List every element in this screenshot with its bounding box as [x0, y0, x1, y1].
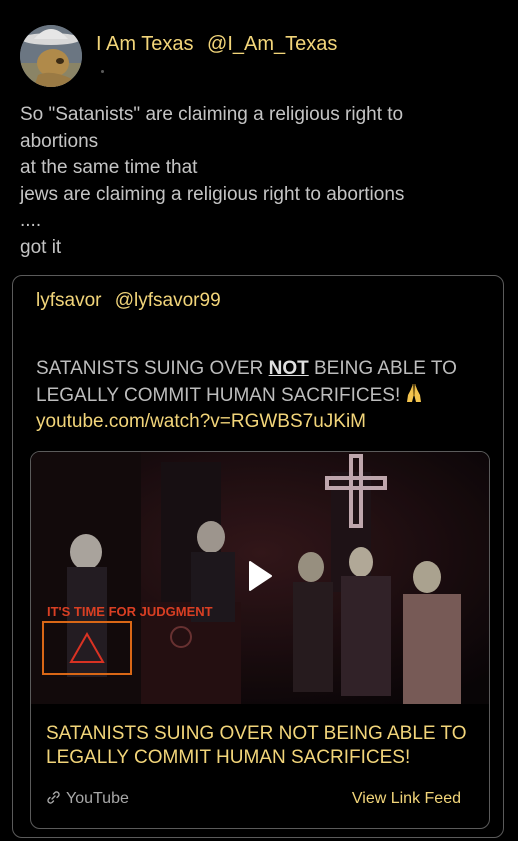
avatar[interactable] — [20, 25, 82, 87]
post-text-line: jews are claiming a religious right to a… — [20, 183, 405, 205]
post-text-line: abortions — [20, 130, 99, 152]
quoted-text-emphasis: NOT — [268, 358, 309, 379]
play-icon[interactable] — [247, 560, 273, 592]
link-icon — [47, 791, 60, 804]
author-name[interactable]: I Am Texas — [96, 33, 193, 55]
separator-dot — [101, 70, 104, 73]
quoted-text-line-2: LEGALLY COMMIT HUMAN SACRIFICES! — [36, 382, 491, 409]
quoted-text-line2: LEGALLY COMMIT HUMAN SACRIFICES! — [36, 385, 401, 406]
quoted-text-after: BEING ABLE TO — [308, 358, 457, 379]
post-text: So "Satanists" are claiming a religious … — [20, 102, 500, 261]
quoted-author-line[interactable]: lyfsavor @lyfsavor99 — [36, 290, 221, 312]
link-source-name: YouTube — [66, 790, 129, 807]
quoted-text-line-1: SATANISTS SUING OVER NOT BEING ABLE TO — [36, 356, 491, 382]
quoted-post-text: SATANISTS SUING OVER NOT BEING ABLE TO L… — [36, 356, 491, 409]
link-source: YouTube — [46, 790, 129, 808]
praying-hands-icon — [407, 383, 422, 402]
link-title[interactable]: SATANISTS SUING OVER NOT BEING ABLE TO L… — [46, 722, 481, 770]
author-line[interactable]: I Am Texas @I_Am_Texas — [96, 33, 337, 56]
video-thumbnail[interactable]: IT'S TIME FOR JUDGMENT — [31, 452, 489, 704]
view-link-feed-button[interactable]: View Link Feed — [352, 790, 461, 808]
author-handle[interactable]: @I_Am_Texas — [207, 33, 337, 55]
quoted-author-name[interactable]: lyfsavor — [36, 290, 101, 311]
link-preview-card[interactable]: IT'S TIME FOR JUDGMENT SATANISTS SUING O… — [30, 451, 490, 829]
post-text-line: at the same time that — [20, 157, 198, 178]
post-text-line: .... — [20, 210, 42, 231]
post-text-line: So "Satanists" are claiming a religious … — [20, 104, 404, 125]
avatar-image — [20, 25, 82, 87]
quoted-author-handle[interactable]: @lyfsavor99 — [115, 290, 221, 311]
post: I Am Texas @I_Am_Texas So "Satanists" ar… — [0, 0, 518, 841]
quoted-post-card[interactable]: lyfsavor @lyfsavor99 SATANISTS SUING OVE… — [12, 275, 504, 838]
link-title-line: SATANISTS SUING OVER NOT BEING ABLE TO — [46, 723, 467, 744]
post-text-line: got it — [20, 236, 62, 258]
quoted-text-before: SATANISTS SUING OVER — [36, 358, 269, 379]
link-title-line: LEGALLY COMMIT HUMAN SACRIFICES! — [46, 747, 411, 768]
youtube-link[interactable]: youtube.com/watch?v=RGWBS7uJKiM — [36, 411, 366, 433]
